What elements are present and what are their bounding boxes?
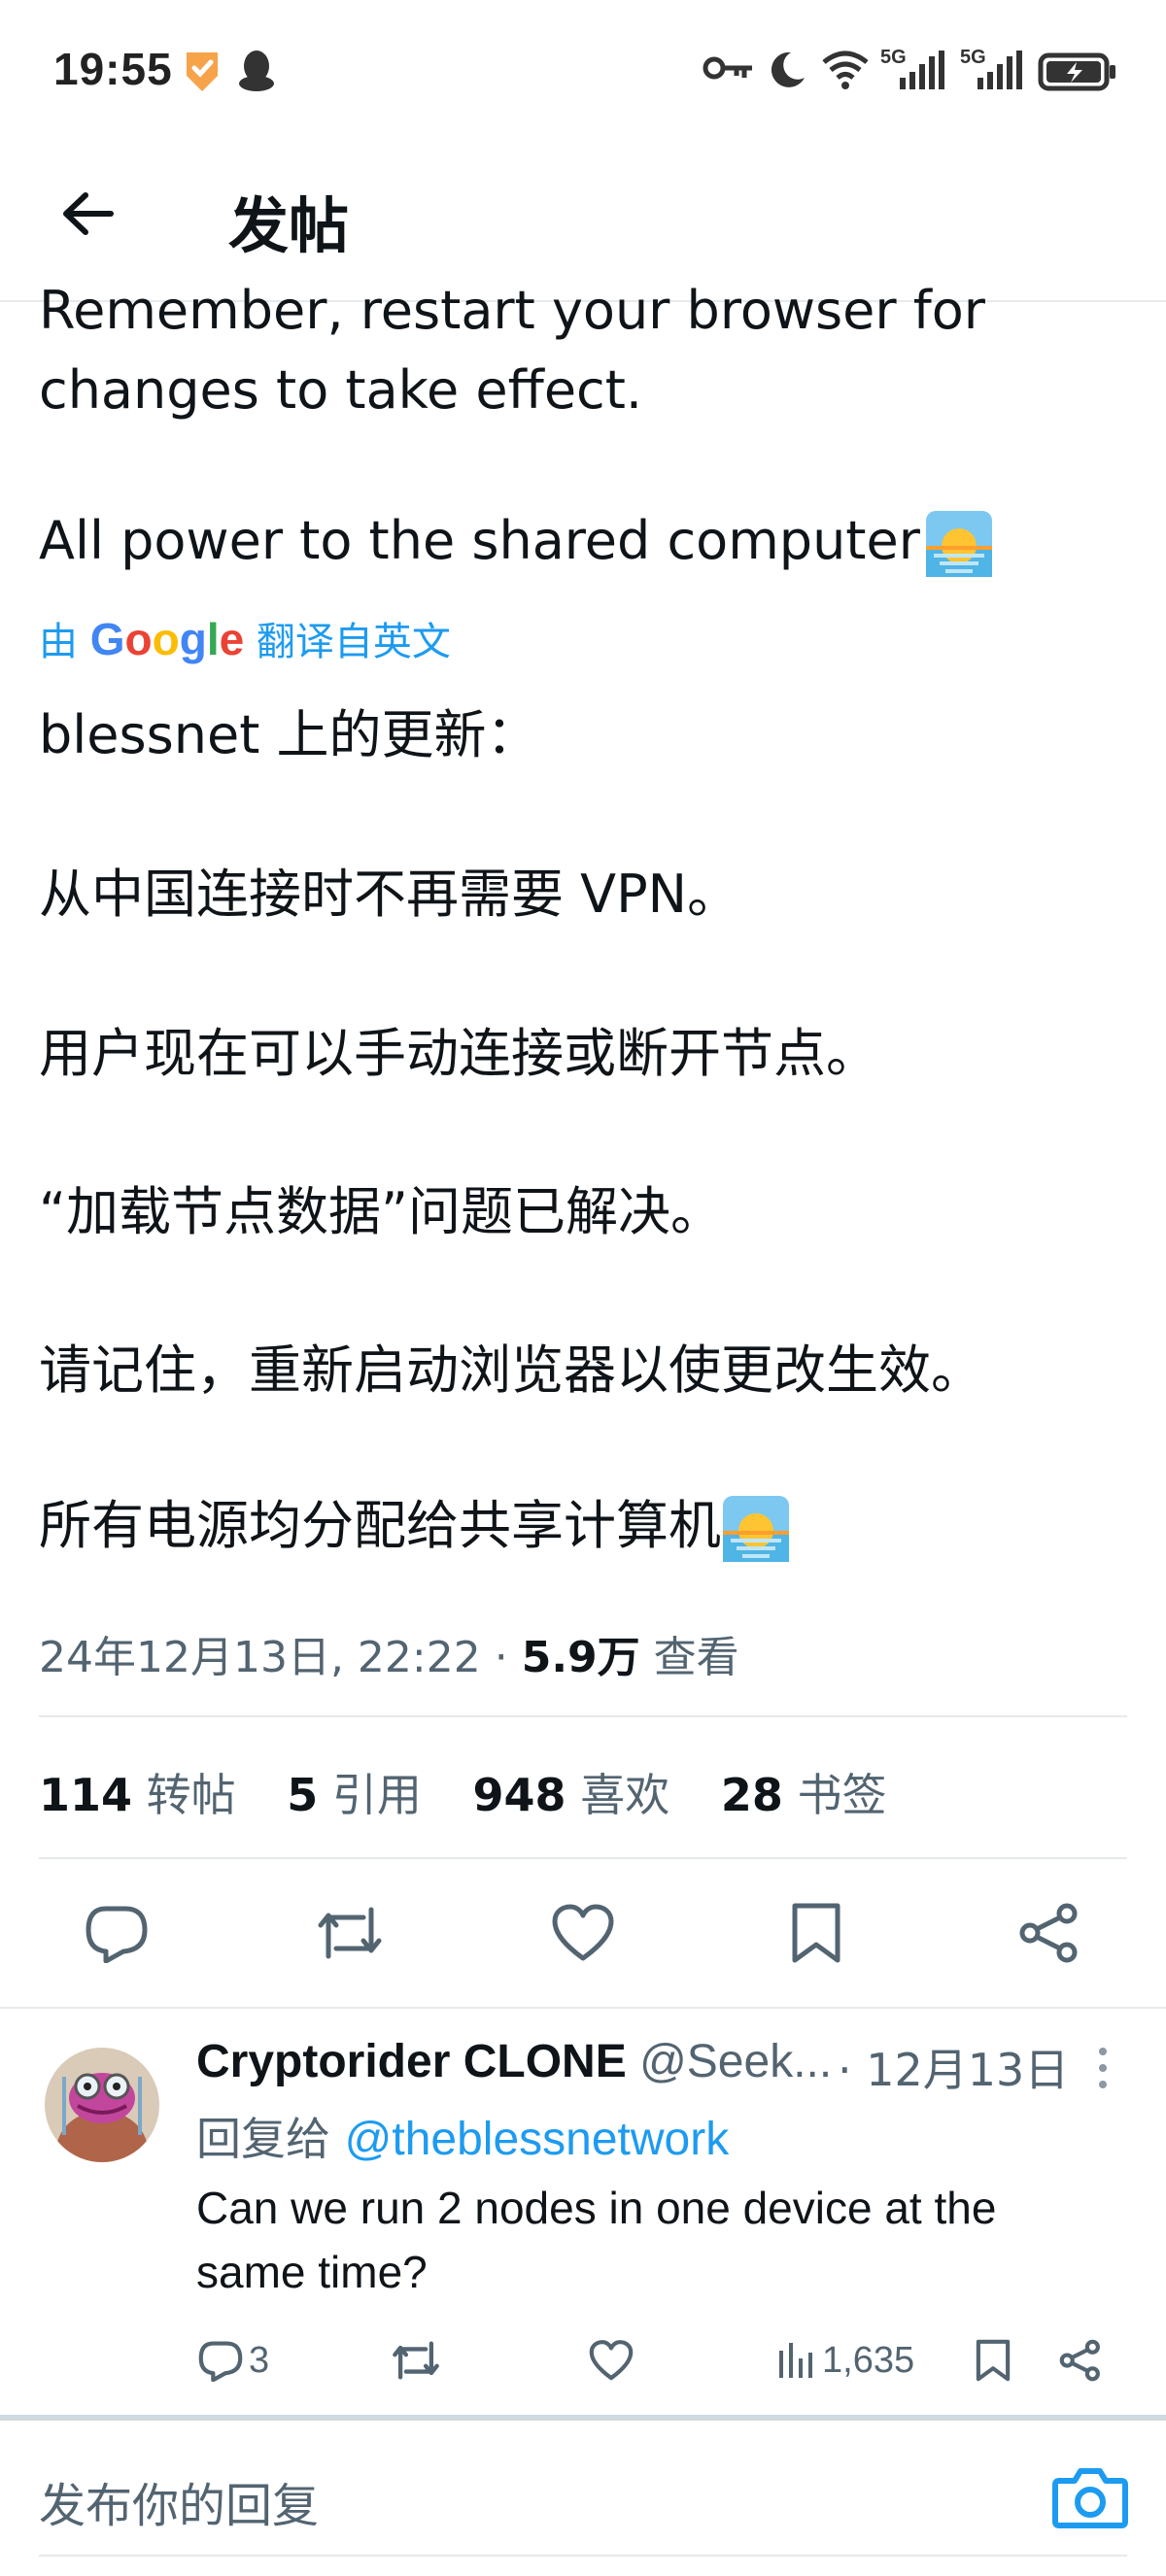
share-icon xyxy=(1019,1903,1078,1963)
reply-share-button[interactable] xyxy=(1059,2331,1102,2390)
share-button[interactable] xyxy=(1011,1894,1088,1972)
reply-date: · 12月13日 xyxy=(838,2044,1070,2096)
bookmark-button[interactable] xyxy=(777,1894,855,1972)
author-handle: @Seek... xyxy=(639,2036,833,2087)
translated-text-line: 用户现在可以手动连接或断开节点。 xyxy=(39,1023,878,1084)
tweet-text-line: changes to take effect. xyxy=(39,359,643,421)
translated-text: 所有电源均分配给共享计算机 xyxy=(39,1495,721,1556)
compose-divider xyxy=(0,2415,1166,2421)
divider xyxy=(39,1715,1127,1717)
divider xyxy=(39,1857,1127,1859)
tweet-meta: 24年12月13日, 22:22 · 5.9万 查看 xyxy=(39,1622,739,1684)
translated-text-line: 请记住，重新启动浏览器以使更改生效。 xyxy=(39,1339,983,1401)
status-time: 19:55 xyxy=(53,44,173,94)
back-button[interactable] xyxy=(49,175,126,253)
stat-bookmarks[interactable]: 28 书签 xyxy=(721,1769,924,1821)
translated-text-line: 从中国连接时不再需要 VPN。 xyxy=(39,864,740,925)
page-title: 发帖 xyxy=(228,190,350,261)
tweet-timestamp: 24年12月13日, 22:22 · xyxy=(39,1633,522,1682)
camera-button[interactable] xyxy=(1051,2463,1129,2531)
reply-icon xyxy=(198,2341,243,2382)
reply-bookmark-button[interactable] xyxy=(976,2331,1011,2390)
divider xyxy=(0,2007,1166,2009)
battery-charging-icon xyxy=(1038,52,1117,91)
reply-like-button[interactable] xyxy=(589,2331,634,2390)
repost-button[interactable] xyxy=(311,1894,389,1972)
arrow-left-icon xyxy=(63,192,114,235)
reply-to-line: 回复给 @theblessnetwork xyxy=(196,2113,730,2165)
mention-link[interactable]: @theblessnetwork xyxy=(345,2114,730,2165)
do-not-disturb-moon-icon xyxy=(766,49,808,91)
stat-quotes[interactable]: 5 引用 xyxy=(287,1769,459,1821)
reply-text-line: same time? xyxy=(196,2247,428,2297)
reply-compose-input[interactable]: 发布你的回复 xyxy=(39,2467,319,2535)
translated-text-line: 所有电源均分配给共享计算机 xyxy=(39,1482,789,1563)
reply-icon xyxy=(86,1906,148,1963)
wifi-icon xyxy=(820,49,871,91)
reply-repost-button[interactable] xyxy=(391,2331,441,2390)
stat-reposts[interactable]: 114 转帖 xyxy=(39,1769,273,1821)
more-options-button[interactable] xyxy=(1088,2044,1117,2092)
analytics-icon xyxy=(779,2343,812,2378)
heart-icon xyxy=(589,2340,634,2381)
reply-author[interactable]: Cryptorider CLONE @Seek... xyxy=(196,2035,832,2088)
reply-count: 3 xyxy=(249,2339,270,2381)
camera-icon xyxy=(1052,2468,1128,2528)
cell-signal-icon-2 xyxy=(976,49,1024,91)
translated-text-line: “加载节点数据”问题已解决。 xyxy=(39,1181,723,1242)
sunrise-emoji-icon xyxy=(723,1496,789,1563)
author-name: Cryptorider CLONE xyxy=(196,2036,627,2087)
shield-app-icon xyxy=(183,49,222,91)
repost-icon xyxy=(393,2341,439,2380)
heart-icon xyxy=(552,1904,614,1961)
share-icon xyxy=(1059,2339,1100,2382)
more-vertical-icon xyxy=(1099,2048,1107,2088)
repost-icon xyxy=(318,1907,382,1959)
tweet-text-line: All power to the shared computer xyxy=(39,510,992,578)
view-label: 查看 xyxy=(639,1633,739,1682)
tweet-text-line: Remember, restart your browser for xyxy=(39,280,986,341)
stat-likes[interactable]: 948 喜欢 xyxy=(473,1769,707,1821)
reply-view-count: 1,635 xyxy=(822,2339,915,2381)
translate-attribution[interactable]: 由 Google 翻译自英文 xyxy=(39,610,451,666)
reply-button[interactable] xyxy=(78,1894,155,1972)
reply-views-button[interactable]: 1,635 xyxy=(777,2331,914,2390)
compose-bottom-divider xyxy=(39,2555,1127,2557)
cell-signal-icon-1 xyxy=(898,49,946,91)
like-button[interactable] xyxy=(544,1894,622,1972)
bookmark-icon xyxy=(976,2339,1011,2382)
sunrise-emoji-icon xyxy=(925,511,992,578)
view-count: 5.9万 xyxy=(521,1633,640,1682)
google-logo: Google xyxy=(89,614,245,664)
reply-text-line: Can we run 2 nodes in one device at the xyxy=(196,2183,997,2233)
tweet-text: All power to the shared computer xyxy=(39,510,920,571)
translated-text-line: blessnet 上的更新： xyxy=(39,704,539,765)
key-icon xyxy=(702,49,756,87)
avatar[interactable] xyxy=(45,2048,159,2162)
engagement-stats: 114 转帖 5 引用 948 喜欢 28 书签 xyxy=(39,1760,923,1824)
reply-reply-button[interactable]: 3 xyxy=(198,2331,269,2390)
qq-app-icon xyxy=(237,49,276,93)
bookmark-icon xyxy=(792,1903,840,1963)
